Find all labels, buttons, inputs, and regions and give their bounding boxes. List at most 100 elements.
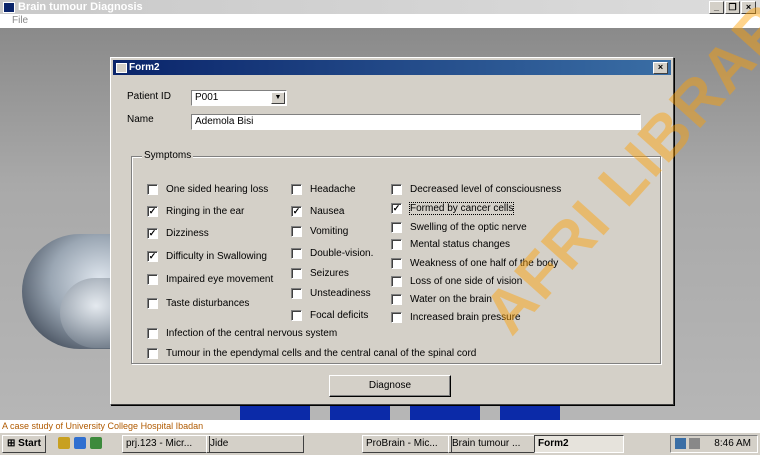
symptom-label: Decreased level of consciousness: [410, 184, 562, 195]
symptom-checkbox[interactable]: Tumour in the ependymal cells and the ce…: [147, 348, 476, 359]
close-button[interactable]: ×: [741, 1, 756, 14]
symptom-checkbox[interactable]: Weakness of one half of the body: [391, 258, 558, 269]
symptom-checkbox[interactable]: ✓ Difficulty in Swallowing: [147, 251, 267, 262]
checkbox-box[interactable]: [147, 298, 158, 309]
menu-bar: File: [0, 14, 760, 28]
restore-button[interactable]: ❐: [725, 1, 740, 14]
symptom-checkbox[interactable]: ✓ Dizziness: [147, 228, 209, 239]
network-icon[interactable]: [675, 438, 686, 449]
patient-id-combo[interactable]: P001 ▼: [191, 90, 287, 106]
name-value: Ademola Bisi: [195, 116, 254, 127]
symptom-checkbox[interactable]: Swelling of the optic nerve: [391, 222, 527, 233]
checkmark-icon[interactable]: ✓: [147, 251, 158, 262]
symptom-label: Formed by cancer cells: [408, 202, 515, 215]
symptom-checkbox[interactable]: Increased brain pressure: [391, 312, 521, 323]
symptom-checkbox[interactable]: Mental status changes: [391, 239, 510, 250]
status-text: A case study of University College Hospi…: [2, 421, 204, 431]
patient-id-value: P001: [195, 92, 219, 103]
symptom-checkbox[interactable]: ✓ Nausea: [291, 206, 344, 217]
task-probrain[interactable]: ProBrain - Mic...: [362, 435, 452, 453]
symptom-checkbox[interactable]: ✓ Formed by cancer cells: [391, 202, 515, 215]
checkmark-icon[interactable]: ✓: [291, 206, 302, 217]
task-form2[interactable]: Form2: [534, 435, 624, 453]
form2-title-bar[interactable]: Form2 ×: [113, 60, 671, 75]
symptom-label: Loss of one side of vision: [410, 276, 523, 287]
app-title-bar[interactable]: Brain tumour Diagnosis _ ❐ ×: [0, 0, 760, 14]
form-icon: [116, 63, 127, 73]
checkbox-box[interactable]: [147, 184, 158, 195]
symptom-checkbox[interactable]: Taste disturbances: [147, 298, 249, 309]
form2-close-button[interactable]: ×: [653, 62, 668, 74]
checkbox-box[interactable]: [391, 222, 402, 233]
checkbox-box[interactable]: [291, 310, 302, 321]
checkbox-box[interactable]: [391, 239, 402, 250]
checkmark-icon[interactable]: ✓: [147, 228, 158, 239]
symptom-checkbox[interactable]: One sided hearing loss: [147, 184, 268, 195]
symptom-checkbox[interactable]: Water on the brain: [391, 294, 492, 305]
desktop-icon[interactable]: [58, 437, 70, 449]
checkbox-box[interactable]: [391, 276, 402, 287]
symptom-checkbox[interactable]: Decreased level of consciousness: [391, 184, 561, 195]
task-jide[interactable]: Jide: [206, 435, 304, 453]
symptom-label: Dizziness: [166, 228, 209, 239]
symptom-checkbox[interactable]: ✓ Ringing in the ear: [147, 206, 244, 217]
menu-file[interactable]: File: [12, 15, 28, 26]
symptom-checkbox[interactable]: Double-vision.: [291, 248, 373, 259]
form2-dialog: Form2 × Patient ID P001 ▼ Name Ademola B…: [110, 57, 674, 405]
symptom-label: Unsteadiness: [310, 288, 371, 299]
checkbox-box[interactable]: [391, 258, 402, 269]
symptom-label: Ringing in the ear: [166, 206, 245, 217]
symptoms-label: Symptoms: [142, 150, 194, 161]
symptom-checkbox[interactable]: Vomiting: [291, 226, 348, 237]
windows-logo-icon: ⊞: [7, 438, 16, 449]
checkbox-box[interactable]: [291, 268, 302, 279]
checkmark-icon[interactable]: ✓: [147, 206, 158, 217]
checkbox-box[interactable]: [147, 274, 158, 285]
symptom-label: Mental status changes: [410, 239, 511, 250]
checkbox-box[interactable]: [291, 226, 302, 237]
form2-title: Form2: [129, 62, 160, 73]
patient-id-label: Patient ID: [127, 91, 171, 102]
checkbox-box[interactable]: [291, 248, 302, 259]
checkbox-box[interactable]: [291, 184, 302, 195]
symptom-checkbox[interactable]: Infection of the central nervous system: [147, 328, 337, 339]
symptom-label: Focal deficits: [310, 310, 369, 321]
symptom-label: Swelling of the optic nerve: [410, 222, 527, 233]
start-button[interactable]: ⊞ Start: [2, 435, 46, 453]
chevron-down-icon[interactable]: ▼: [271, 92, 285, 104]
symptom-label: One sided hearing loss: [166, 184, 269, 195]
symptom-checkbox[interactable]: Seizures: [291, 268, 349, 279]
symptom-label: Double-vision.: [310, 248, 374, 259]
symptom-checkbox[interactable]: Loss of one side of vision: [391, 276, 522, 287]
symptom-label: Headache: [310, 184, 356, 195]
symptom-label: Impaired eye movement: [166, 274, 274, 285]
checkbox-box[interactable]: [291, 288, 302, 299]
checkbox-box[interactable]: [147, 348, 158, 359]
symptom-label: Infection of the central nervous system: [166, 328, 338, 339]
checkbox-box[interactable]: [391, 184, 402, 195]
app-icon: [3, 2, 15, 13]
media-icon[interactable]: [90, 437, 102, 449]
task-brain-tumour[interactable]: Brain tumour ...: [448, 435, 538, 453]
taskbar: ⊞ Start prj.123 - Micr... Jide ProBrain …: [0, 432, 760, 455]
checkbox-box[interactable]: [391, 312, 402, 323]
symptom-checkbox[interactable]: Unsteadiness: [291, 288, 371, 299]
volume-icon[interactable]: [689, 438, 700, 449]
symptom-label: Vomiting: [310, 226, 349, 237]
browser-icon[interactable]: [74, 437, 86, 449]
symptom-label: Increased brain pressure: [410, 312, 521, 323]
symptom-checkbox[interactable]: Impaired eye movement: [147, 274, 273, 285]
system-tray: 8:46 AM: [670, 435, 758, 453]
task-prj[interactable]: prj.123 - Micr...: [122, 435, 210, 453]
symptom-checkbox[interactable]: Headache: [291, 184, 356, 195]
symptom-label: Difficulty in Swallowing: [166, 251, 267, 262]
name-field[interactable]: Ademola Bisi: [191, 114, 641, 130]
symptom-checkbox[interactable]: Focal deficits: [291, 310, 368, 321]
checkmark-icon[interactable]: ✓: [391, 203, 402, 214]
symptom-label: Taste disturbances: [166, 298, 250, 309]
minimize-button[interactable]: _: [709, 1, 724, 14]
checkbox-box[interactable]: [391, 294, 402, 305]
checkbox-box[interactable]: [147, 328, 158, 339]
diagnose-button[interactable]: Diagnose: [329, 375, 451, 397]
symptom-label: Weakness of one half of the body: [410, 258, 559, 269]
